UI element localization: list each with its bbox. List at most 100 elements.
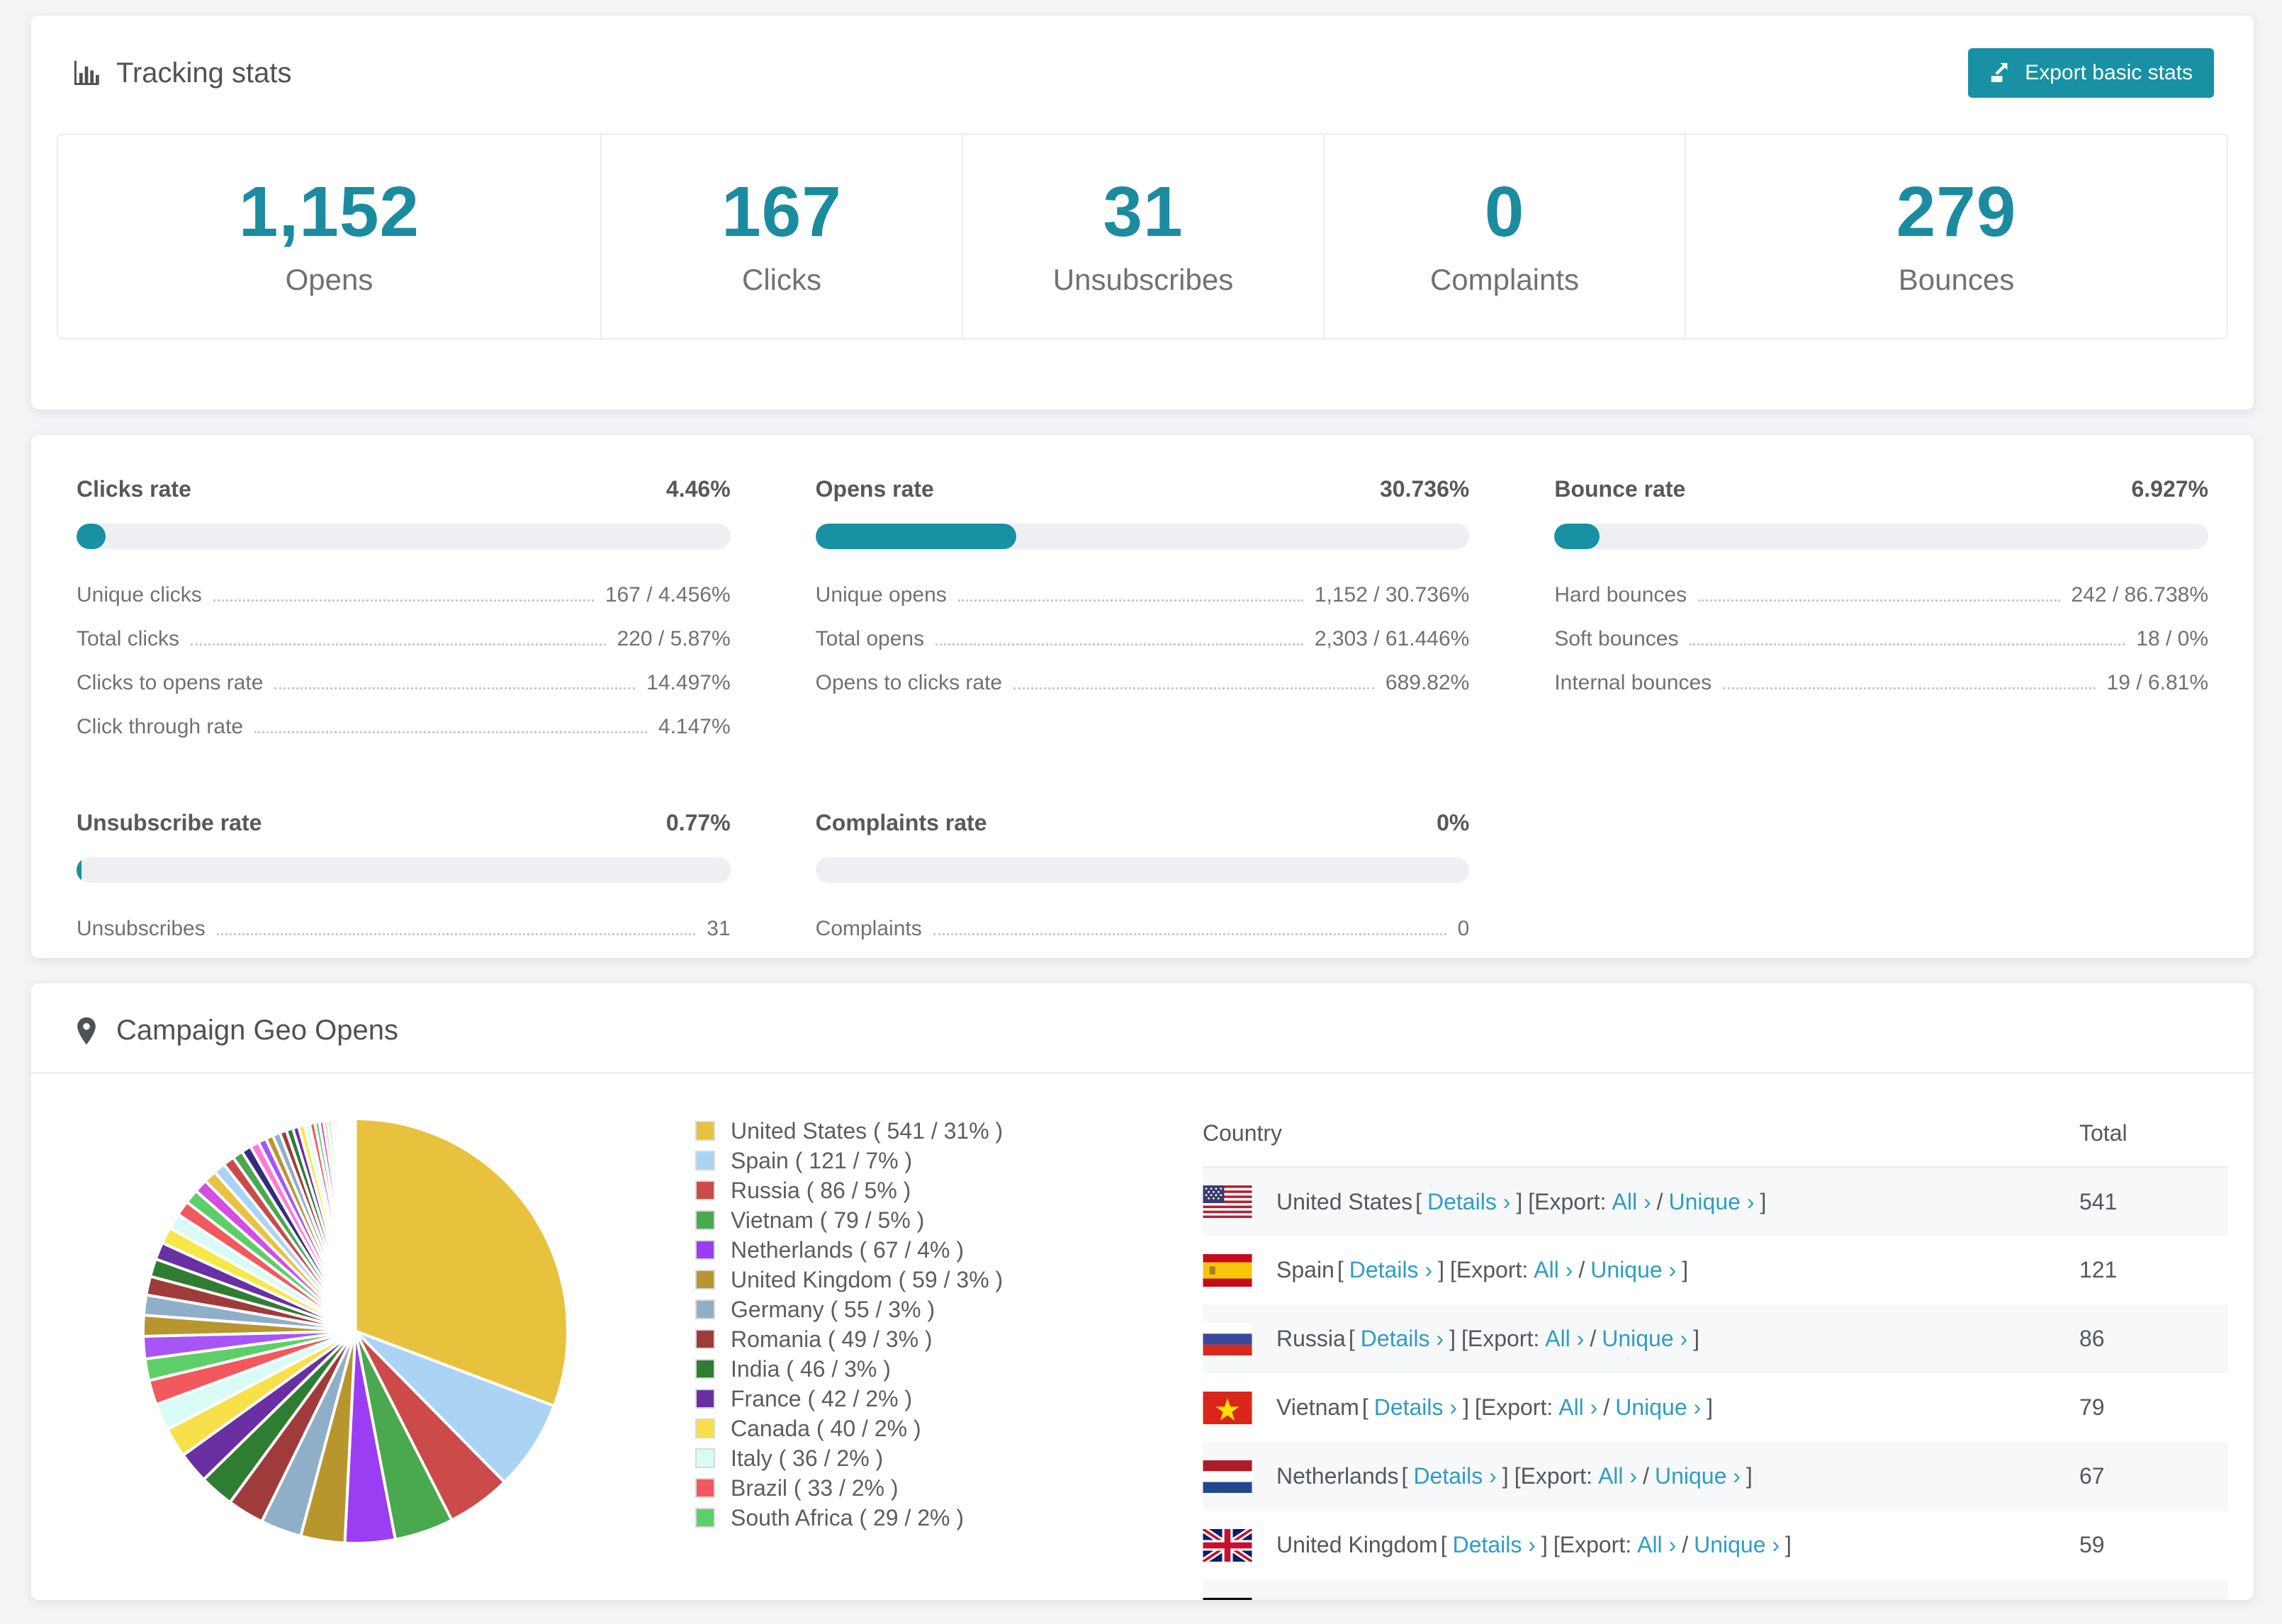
geo-opens-pie-chart[interactable] [137, 1113, 573, 1549]
stat-box-unsubscribes: 31 Unsubscribes [962, 135, 1323, 338]
details-link[interactable]: Details › [1453, 1532, 1536, 1558]
legend-item[interactable]: South Africa ( 29 / 2% ) [695, 1503, 1092, 1533]
legend-swatch [695, 1240, 715, 1260]
legend-item[interactable]: Netherlands ( 67 / 4% ) [695, 1235, 1092, 1265]
legend-item[interactable]: Canada ( 40 / 2% ) [695, 1414, 1092, 1443]
details-link[interactable]: Details › [1427, 1189, 1510, 1215]
legend-swatch [695, 1121, 715, 1141]
legend-item[interactable]: Italy ( 36 / 2% ) [695, 1443, 1092, 1473]
map-pin-icon [77, 1017, 96, 1044]
unsubscribe-rate-title: Unsubscribe rate [77, 810, 262, 835]
legend-swatch [695, 1210, 715, 1230]
bounces-count: 279 [1896, 172, 2017, 252]
details-link[interactable]: Details › [1374, 1394, 1457, 1421]
export-all-link[interactable]: All › [1534, 1257, 1573, 1283]
export-unique-link[interactable]: Unique › [1615, 1394, 1701, 1421]
rate-row: Complaints 0 [815, 917, 1470, 940]
bounce-rate-value: 6.927% [2131, 476, 2208, 502]
unsubscribe-rate-block: Unsubscribe rate 0.77% Unsubscribes 31 [77, 810, 731, 941]
legend-swatch [695, 1299, 715, 1319]
table-row: Spain[Details ›] [Export: All › / Unique ›] 1… [1203, 1236, 2228, 1304]
export-unique-link[interactable]: Unique › [1602, 1326, 1687, 1352]
country-name: United Kingdom [1276, 1532, 1438, 1557]
rate-row: Opens to clicks rate 689.82% [815, 671, 1470, 694]
total-column-header: Total [2079, 1113, 2228, 1168]
table-row: United Kingdom[Details ›] [Export: All › / U… [1203, 1511, 2228, 1579]
country-total: 67 [2079, 1463, 2105, 1489]
export-all-link[interactable]: All › [1598, 1463, 1637, 1489]
legend-swatch [695, 1270, 715, 1290]
legend-swatch [695, 1329, 715, 1349]
table-row: United States[Details ›] [Export: All › / Un… [1203, 1167, 2228, 1236]
stats-summary-row: 1,152 Opens 167 Clicks 31 Unsubscribes 0… [57, 133, 2228, 339]
legend-item[interactable]: Vietnam ( 79 / 5% ) [695, 1205, 1092, 1235]
rate-row: Total clicks 220 / 5.87% [77, 627, 731, 650]
clicks-label: Clicks [742, 263, 821, 296]
legend-item[interactable]: United States ( 541 / 31% ) [695, 1116, 1092, 1146]
country-total: 121 [2079, 1257, 2118, 1282]
country-total: 55 [2079, 1579, 2228, 1600]
table-row: Germany[Details ›][Export:All ›/Unique ›… [1203, 1579, 2228, 1600]
export-unique-link[interactable]: Unique › [1590, 1257, 1676, 1283]
gb-flag-icon [1203, 1528, 1252, 1562]
rate-row: Unique opens 1,152 / 30.736% [815, 583, 1470, 607]
country-total: 86 [2079, 1326, 2105, 1351]
legend-item[interactable]: Brazil ( 33 / 2% ) [695, 1473, 1092, 1503]
export-all-link[interactable]: All › [1558, 1394, 1597, 1421]
complaints-rate-title: Complaints rate [815, 810, 987, 835]
rate-row: Clicks to opens rate 14.497% [77, 671, 731, 694]
nl-flag-icon [1203, 1460, 1252, 1493]
rate-row: Hard bounces 242 / 86.738% [1554, 583, 2208, 607]
ru-flag-icon [1203, 1322, 1252, 1355]
country-name: Spain [1276, 1257, 1334, 1282]
country-name: United States [1276, 1188, 1413, 1214]
details-link[interactable]: Details › [1361, 1326, 1444, 1352]
legend-item[interactable]: Spain ( 121 / 7% ) [695, 1146, 1092, 1175]
bounce-rate-title: Bounce rate [1554, 476, 1686, 502]
us-flag-icon [1203, 1185, 1252, 1218]
export-basic-stats-button[interactable]: Export basic stats [1968, 48, 2214, 98]
bounces-label: Bounces [1898, 263, 2015, 296]
geo-opens-table: Country Total United States[Details ›] [E… [1203, 1113, 2228, 1600]
legend-item[interactable]: United Kingdom ( 59 / 3% ) [695, 1265, 1092, 1295]
legend-swatch [695, 1151, 715, 1171]
export-icon [1991, 62, 2008, 82]
stat-box-complaints: 0 Complaints [1323, 135, 1685, 338]
legend-item[interactable]: Romania ( 49 / 3% ) [695, 1324, 1092, 1354]
legend-item[interactable]: Germany ( 55 / 3% ) [695, 1295, 1092, 1324]
unsubscribes-count: 31 [1103, 172, 1184, 252]
details-link[interactable]: Details › [1349, 1257, 1432, 1283]
unsubscribe-rate-value: 0.77% [665, 810, 731, 835]
export-all-link[interactable]: All › [1545, 1326, 1584, 1352]
opens-rate-value: 30.736% [1380, 476, 1470, 502]
country-total: 79 [2079, 1394, 2105, 1420]
rate-row: Unsubscribes 31 [77, 917, 731, 940]
details-link[interactable]: Details › [1413, 1463, 1496, 1489]
stat-box-clicks: 167 Clicks [600, 135, 962, 338]
complaints-rate-value: 0% [1437, 810, 1470, 835]
export-unique-link[interactable]: Unique › [1655, 1463, 1741, 1489]
opens-rate-title: Opens rate [815, 476, 934, 502]
export-all-link[interactable]: All › [1637, 1532, 1676, 1558]
unsubscribes-label: Unsubscribes [1052, 263, 1234, 296]
export-unique-link[interactable]: Unique › [1694, 1532, 1780, 1558]
rates-card: Clicks rate 4.46% Unique clicks 167 / 4.4… [31, 435, 2254, 958]
stat-box-opens: 1,152 Opens [58, 135, 600, 338]
tracking-stats-header: Tracking stats [71, 57, 291, 89]
legend-item[interactable]: Russia ( 86 / 5% ) [695, 1175, 1092, 1205]
country-column-header: Country [1203, 1113, 2079, 1168]
export-unique-link[interactable]: Unique › [1669, 1189, 1755, 1215]
country-total: 541 [2079, 1188, 2118, 1214]
opens-rate-block: Opens rate 30.736% Unique opens 1,152 / 3… [815, 476, 1470, 739]
export-all-link[interactable]: All › [1612, 1189, 1651, 1215]
vn-flag-icon [1203, 1391, 1252, 1424]
bounce-rate-bar [1554, 524, 2208, 549]
es-flag-icon [1203, 1253, 1252, 1287]
country-total: 59 [2079, 1532, 2105, 1557]
rate-row: Soft bounces 18 / 0% [1554, 627, 2208, 650]
complaints-rate-block: Complaints rate 0% Complaints 0 [815, 810, 1470, 941]
export-button-label: Export basic stats [2025, 61, 2193, 84]
legend-item[interactable]: India ( 46 / 3% ) [695, 1354, 1092, 1384]
rate-row: Click through rate 4.147% [77, 715, 731, 738]
legend-item[interactable]: France ( 42 / 2% ) [695, 1384, 1092, 1414]
